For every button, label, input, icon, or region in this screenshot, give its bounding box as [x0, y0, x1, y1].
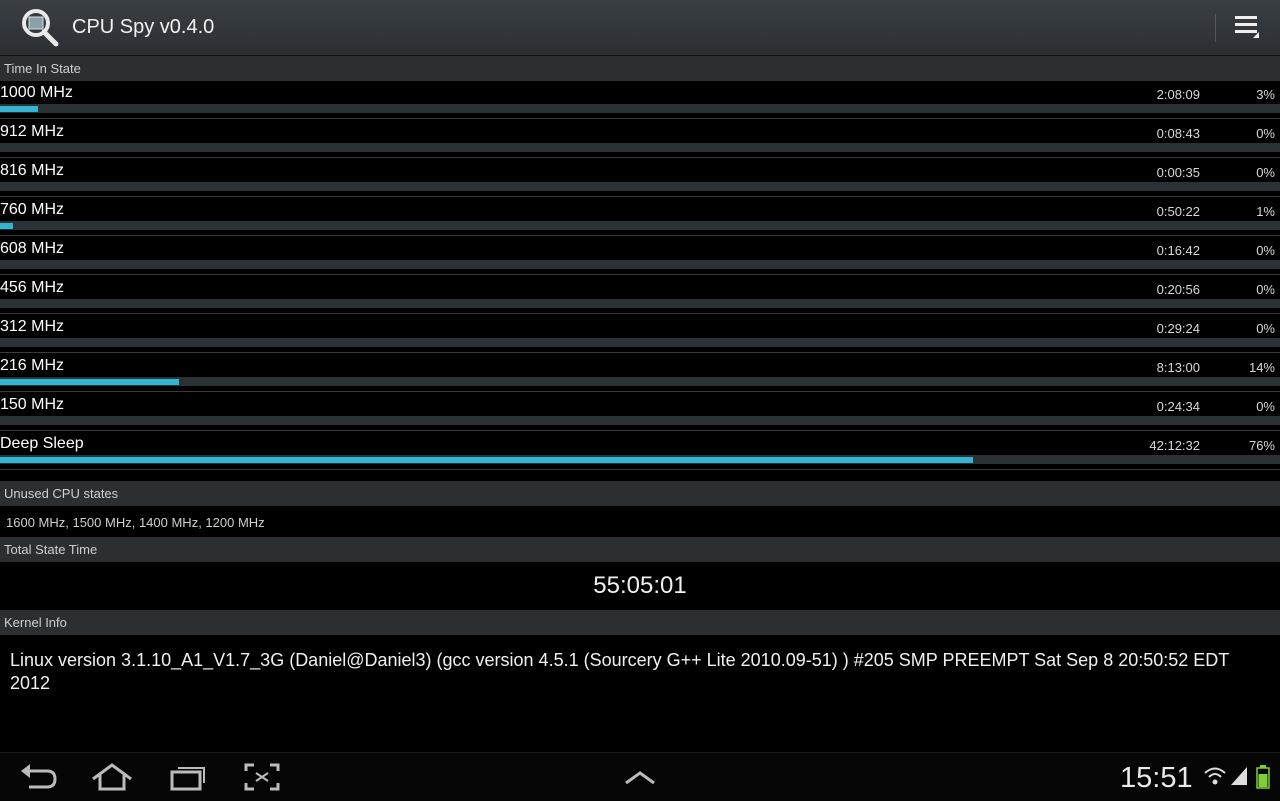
action-bar-divider — [1215, 14, 1216, 42]
state-row: Deep Sleep 42:12:32 76% — [0, 432, 1280, 470]
row-divider — [0, 313, 1280, 314]
home-icon[interactable] — [90, 761, 134, 793]
row-divider — [0, 157, 1280, 158]
state-time: 0:20:56 — [1156, 282, 1200, 297]
recent-apps-icon[interactable] — [166, 761, 210, 793]
state-time: 0:00:35 — [1156, 165, 1200, 180]
state-percent: 0% — [1256, 243, 1275, 258]
state-progress-track — [0, 104, 1280, 113]
state-name: 1000 MHz — [0, 84, 73, 101]
state-name: 760 MHz — [0, 201, 65, 218]
state-progress-fill — [0, 106, 39, 112]
state-name: 816 MHz — [0, 162, 65, 179]
app-title: CPU Spy v0.4.0 — [72, 16, 215, 38]
state-name: 912 MHz — [0, 123, 65, 140]
state-percent: 14% — [1248, 360, 1275, 375]
magnifier-chip-icon[interactable] — [18, 6, 62, 50]
row-divider — [0, 235, 1280, 236]
row-divider — [0, 430, 1280, 431]
state-row: 760 MHz 0:50:22 1% — [0, 198, 1280, 236]
state-row: 608 MHz 0:16:42 0% — [0, 237, 1280, 275]
state-name: 150 MHz — [0, 396, 65, 413]
state-percent: 0% — [1256, 321, 1275, 336]
state-name: 456 MHz — [0, 279, 65, 296]
state-progress-track — [0, 416, 1280, 425]
state-percent: 0% — [1256, 165, 1275, 180]
state-percent: 0% — [1256, 126, 1275, 141]
state-row: 1000 MHz 2:08:09 3% — [0, 81, 1280, 119]
state-row: 816 MHz 0:00:35 0% — [0, 159, 1280, 197]
wifi-icon — [1204, 767, 1226, 785]
state-progress-track — [0, 338, 1280, 347]
state-percent: 0% — [1256, 282, 1275, 297]
state-progress-track — [0, 377, 1280, 386]
state-time: 0:24:34 — [1156, 399, 1200, 414]
state-name: 312 MHz — [0, 318, 65, 335]
state-row: 150 MHz 0:24:34 0% — [0, 393, 1280, 431]
state-progress-track — [0, 221, 1280, 230]
state-percent: 1% — [1256, 204, 1275, 219]
state-time: 0:08:43 — [1156, 126, 1200, 141]
state-row: 912 MHz 0:08:43 0% — [0, 120, 1280, 158]
state-time: 0:16:42 — [1156, 243, 1200, 258]
state-name: 608 MHz — [0, 240, 65, 257]
state-progress-track — [0, 143, 1280, 152]
state-time: 42:12:32 — [1149, 438, 1200, 453]
row-divider — [0, 391, 1280, 392]
overflow-menu-icon[interactable] — [1225, 8, 1270, 48]
state-row: 312 MHz 0:29:24 0% — [0, 315, 1280, 353]
state-time: 2:08:09 — [1156, 87, 1200, 102]
state-progress-track — [0, 299, 1280, 308]
screenshot-icon[interactable] — [240, 761, 284, 793]
kernel-info-value: Linux version 3.1.10_A1_V1.7_3G (Daniel@… — [10, 650, 1229, 693]
state-progress-fill — [0, 457, 973, 463]
state-progress-track — [0, 455, 1280, 464]
state-time: 0:29:24 — [1156, 321, 1200, 336]
action-bar: CPU Spy v0.4.0 — [0, 0, 1280, 56]
back-icon[interactable] — [17, 761, 61, 793]
state-row: 216 MHz 8:13:00 14% — [0, 354, 1280, 392]
unused-states-value: 1600 MHz, 1500 MHz, 1400 MHz, 1200 MHz — [6, 515, 265, 530]
row-divider — [0, 352, 1280, 353]
state-percent: 0% — [1256, 399, 1275, 414]
state-row: 456 MHz 0:20:56 0% — [0, 276, 1280, 314]
state-progress-track — [0, 182, 1280, 191]
row-divider — [0, 274, 1280, 275]
state-time: 8:13:00 — [1156, 360, 1200, 375]
unused-states-header: Unused CPU states — [0, 481, 1280, 506]
total-state-time-value: 55:05:01 — [593, 572, 687, 599]
system-nav-bar: 15:51 — [0, 752, 1280, 801]
row-divider — [0, 196, 1280, 197]
state-time: 0:50:22 — [1156, 204, 1200, 219]
time-in-state-header: Time In State — [0, 56, 1280, 81]
row-divider — [0, 469, 1280, 470]
chevron-up-icon[interactable] — [618, 761, 662, 793]
state-percent: 3% — [1256, 87, 1275, 102]
battery-icon — [1256, 765, 1270, 789]
kernel-info-header: Kernel Info — [0, 610, 1280, 635]
state-name: Deep Sleep — [0, 435, 84, 452]
signal-icon — [1231, 767, 1247, 785]
state-progress-fill — [0, 223, 13, 229]
state-progress-track — [0, 260, 1280, 269]
state-percent: 76% — [1248, 438, 1275, 453]
state-progress-fill — [0, 379, 180, 385]
state-name: 216 MHz — [0, 357, 65, 374]
status-clock: 15:51 — [1120, 762, 1193, 794]
total-state-time-header: Total State Time — [0, 537, 1280, 562]
row-divider — [0, 118, 1280, 119]
